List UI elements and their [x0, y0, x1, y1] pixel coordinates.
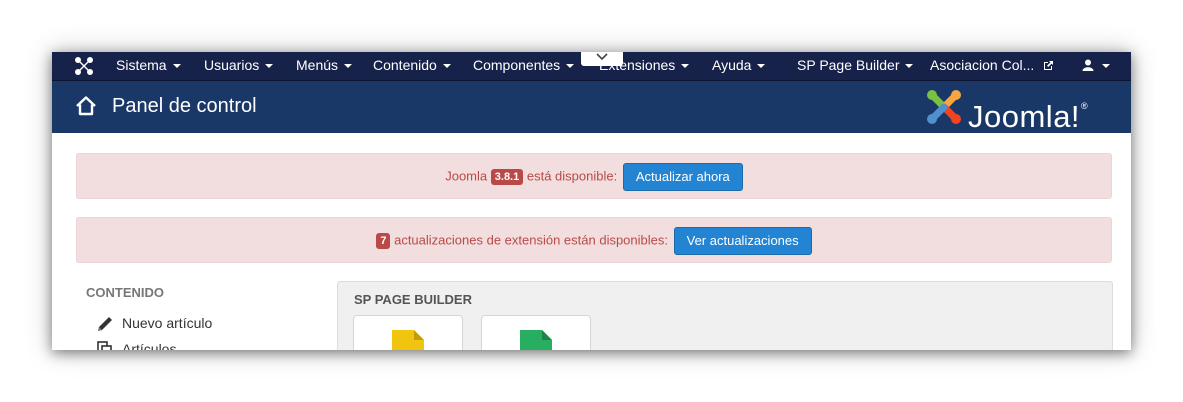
copy-icon [97, 341, 112, 350]
menu-componentes[interactable]: Componentes [473, 52, 575, 80]
yellow-page-icon [392, 330, 424, 350]
sidebar-item-articles[interactable]: Artículos [96, 341, 176, 350]
sp-tile-pages[interactable] [353, 315, 463, 350]
menu-label: Sistema [116, 57, 167, 73]
menu-label: Usuarios [204, 57, 260, 73]
menu-ayuda[interactable]: Ayuda [712, 52, 766, 80]
menu-label: Asociacion Col... [930, 57, 1035, 73]
sidebar-item-label: Artículos [122, 341, 177, 350]
brand-name: Joomla! [968, 99, 1081, 134]
home-icon [76, 96, 96, 116]
menu-sistema[interactable]: Sistema [116, 52, 181, 80]
admin-navbar: Sistema Usuarios Menús Contenido Compone… [52, 52, 1131, 81]
view-updates-button[interactable]: Ver actualizaciones [673, 226, 812, 255]
sidebar-item-label: Nuevo artículo [122, 315, 213, 331]
green-page-icon [520, 330, 552, 350]
menu-site-link[interactable]: Asociacion Col... [930, 52, 1054, 80]
user-icon [1082, 59, 1094, 71]
menu-usuarios[interactable]: Usuarios [204, 52, 274, 80]
alert-text: actualizaciones de extensión están dispo… [394, 232, 668, 248]
caret-down-icon [1102, 64, 1110, 69]
count-badge: 7 [376, 232, 391, 249]
menu-label: Menús [296, 57, 339, 73]
joomla-menu-icon[interactable] [73, 55, 95, 77]
caret-down-icon [265, 64, 274, 69]
extension-updates-alert: 7 actualizaciones de extensión están dis… [76, 217, 1112, 263]
caret-down-icon [344, 64, 353, 69]
joomla-update-alert: Joomla 3.8.1 está disponible: Actualizar… [76, 153, 1112, 199]
sp-page-builder-panel: SP PAGE BUILDER [337, 281, 1113, 350]
caret-down-icon [905, 64, 914, 69]
caret-down-icon [681, 64, 690, 69]
page-title: Panel de control [112, 95, 257, 117]
menu-contenido[interactable]: Contenido [373, 52, 451, 80]
menu-label: Ayuda [712, 57, 752, 73]
collapse-toolbar-toggle[interactable] [581, 52, 623, 66]
alert-text: Joomla [445, 168, 488, 184]
alert-text: está disponible: [526, 168, 618, 184]
pencil-icon [98, 317, 112, 331]
browser-viewport: Sistema Usuarios Menús Contenido Compone… [52, 52, 1131, 350]
page-header: Panel de control Joomla!® [52, 81, 1131, 136]
sidebar-item-new-article[interactable]: Nuevo artículo [96, 315, 212, 331]
menu-label: SP Page Builder [797, 57, 900, 73]
registered-mark: ® [1081, 101, 1089, 111]
caret-down-icon [442, 64, 451, 69]
sidebar-heading-contenido: CONTENIDO [86, 285, 164, 300]
joomla-logo-icon [927, 90, 961, 124]
caret-down-icon [172, 64, 181, 69]
caret-down-icon [566, 64, 575, 69]
menu-label: Componentes [473, 57, 561, 73]
external-link-icon [1044, 61, 1054, 70]
menu-label: Contenido [373, 57, 437, 73]
update-now-button[interactable]: Actualizar ahora [622, 162, 743, 191]
chevron-down-icon [596, 53, 608, 61]
menu-menus[interactable]: Menús [296, 52, 353, 80]
menu-sp-page-builder[interactable]: SP Page Builder [797, 52, 914, 80]
version-badge: 3.8.1 [490, 168, 524, 185]
panel-title: SP PAGE BUILDER [354, 292, 472, 307]
user-menu[interactable] [1082, 52, 1110, 80]
sp-tile-new-page[interactable] [481, 315, 591, 350]
caret-down-icon [757, 64, 766, 69]
joomla-brand-text: Joomla!® [968, 87, 1088, 136]
